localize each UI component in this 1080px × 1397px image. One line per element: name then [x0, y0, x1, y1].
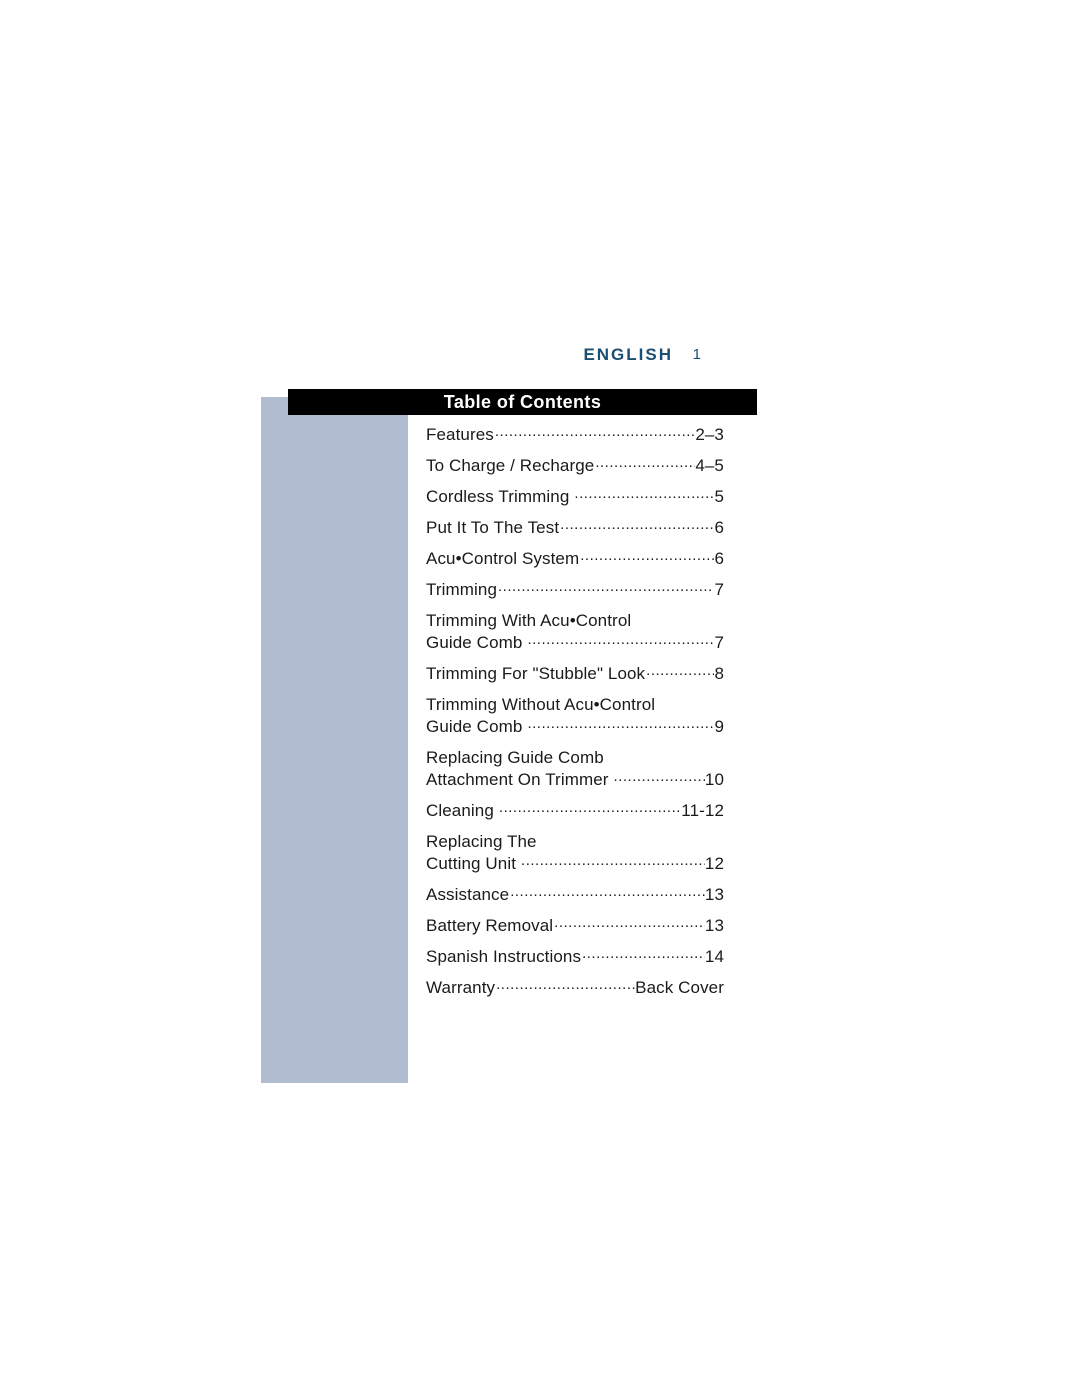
- toc-entry[interactable]: Trimming Without Acu•Control Guide Comb 9: [426, 694, 724, 738]
- toc-entry-label: Guide Comb: [426, 717, 523, 736]
- toc-entry-label: Cordless Trimming: [426, 487, 570, 506]
- toc-entry-page-number: 13: [704, 885, 724, 904]
- toc-entry[interactable]: Cordless Trimming 5: [426, 486, 724, 508]
- toc-entry-row: Trimming 7: [426, 579, 724, 601]
- toc-entry-label: Battery Removal: [426, 916, 554, 935]
- table-of-contents-list: Features 2–3 To Charge / Recharge 4–5 Cordle…: [426, 424, 724, 999]
- toc-entry-row: Acu•Control System 6: [426, 548, 724, 570]
- toc-entry-title-line1: Trimming With Acu•Control: [426, 611, 632, 630]
- toc-entry[interactable]: Spanish Instructions 14: [426, 946, 724, 968]
- toc-entry-page-number: 10: [704, 770, 724, 789]
- toc-entry[interactable]: Assistance 13: [426, 884, 724, 906]
- page-number: 1: [692, 346, 701, 363]
- toc-entry-label: Put It To The Test: [426, 518, 560, 537]
- toc-entry-label: Cutting Unit: [426, 854, 517, 873]
- toc-entry[interactable]: Trimming With Acu•Control Guide Comb 7: [426, 610, 724, 654]
- toc-dot-leader: [646, 665, 714, 679]
- toc-dot-leader: [582, 948, 705, 962]
- toc-dot-leader: [574, 488, 714, 502]
- toc-entry-row: Guide Comb 7: [426, 632, 724, 654]
- toc-entry-label: Features: [426, 425, 494, 444]
- toc-entry-row: Attachment On Trimmer 10: [426, 769, 724, 791]
- toc-entry-page-number: 9: [714, 717, 724, 736]
- toc-dot-leader: [527, 718, 714, 732]
- toc-entry-page-number: 2–3: [695, 425, 724, 444]
- toc-entry[interactable]: To Charge / Recharge 4–5: [426, 455, 724, 477]
- toc-entry-row: Battery Removal 13: [426, 915, 724, 937]
- toc-entry[interactable]: Trimming For "Stubble" Look 8: [426, 663, 724, 685]
- toc-entry[interactable]: Put It To The Test 6: [426, 517, 724, 539]
- toc-entry-page-number: 6: [714, 518, 724, 537]
- page-title: Table of Contents: [443, 392, 602, 412]
- toc-entry-label: Acu•Control System: [426, 549, 580, 568]
- toc-entry-row: Features 2–3: [426, 424, 724, 446]
- table-of-contents-title-bar: Table of Contents: [288, 389, 757, 415]
- toc-entry-label: Guide Comb: [426, 633, 523, 652]
- toc-dot-leader: [560, 519, 714, 533]
- page-header: ENGLISH 1: [288, 345, 757, 369]
- toc-entry[interactable]: Replacing Guide Comb Attachment On Trimme…: [426, 747, 724, 791]
- toc-entry-page-number: 13: [704, 916, 724, 935]
- toc-entry-row: Spanish Instructions 14: [426, 946, 724, 968]
- toc-entry-label: Warranty: [426, 978, 496, 997]
- toc-entry-page-number: 14: [704, 947, 724, 966]
- toc-entry-label: Spanish Instructions: [426, 947, 582, 966]
- toc-entry-row: Trimming For "Stubble" Look 8: [426, 663, 724, 685]
- toc-dot-leader: [595, 457, 695, 471]
- toc-entry[interactable]: Warranty Back Cover: [426, 977, 724, 999]
- toc-entry-page-number: Back Cover: [635, 978, 724, 997]
- decorative-side-panel: [261, 397, 408, 1083]
- toc-entry-row: Put It To The Test 6: [426, 517, 724, 539]
- toc-dot-leader: [498, 581, 714, 595]
- toc-entry-label: Trimming: [426, 580, 497, 599]
- toc-entry-label: Cleaning: [426, 801, 494, 820]
- toc-entry-row: To Charge / Recharge 4–5: [426, 455, 724, 477]
- toc-entry[interactable]: Replacing The Cutting Unit 12: [426, 831, 724, 875]
- toc-entry-row: Guide Comb 9: [426, 716, 724, 738]
- toc-entry[interactable]: Trimming 7: [426, 579, 724, 601]
- toc-entry-page-number: 6: [714, 549, 724, 568]
- toc-entry-page-number: 7: [714, 633, 724, 652]
- toc-entry-page-number: 4–5: [695, 456, 724, 475]
- toc-entry-label: To Charge / Recharge: [426, 456, 595, 475]
- toc-dot-leader: [580, 550, 714, 564]
- toc-entry-row: Cutting Unit 12: [426, 853, 724, 875]
- toc-dot-leader: [499, 802, 681, 816]
- toc-entry-label: Assistance: [426, 885, 510, 904]
- toc-entry-page-number: 12: [704, 854, 724, 873]
- toc-entry-title-line1: Replacing The: [426, 832, 537, 851]
- language-label: ENGLISH: [583, 345, 673, 364]
- toc-entry-label: Trimming For "Stubble" Look: [426, 664, 646, 683]
- toc-dot-leader: [510, 886, 705, 900]
- toc-entry-page-number: 11-12: [681, 801, 724, 820]
- toc-dot-leader: [521, 855, 705, 869]
- toc-entry-row: Cleaning 11-12: [426, 800, 724, 822]
- toc-entry-page-number: 8: [714, 664, 724, 683]
- toc-entry-label: Attachment On Trimmer: [426, 770, 609, 789]
- toc-entry-title-line1: Replacing Guide Comb: [426, 748, 604, 767]
- toc-dot-leader: [496, 979, 635, 993]
- toc-entry-row: Warranty Back Cover: [426, 977, 724, 999]
- toc-entry[interactable]: Cleaning 11-12: [426, 800, 724, 822]
- toc-entry[interactable]: Acu•Control System 6: [426, 548, 724, 570]
- toc-entry-title-line1: Trimming Without Acu•Control: [426, 695, 656, 714]
- toc-dot-leader: [614, 771, 705, 785]
- toc-entry[interactable]: Features 2–3: [426, 424, 724, 446]
- toc-entry[interactable]: Battery Removal 13: [426, 915, 724, 937]
- toc-entry-page-number: 7: [714, 580, 724, 599]
- toc-entry-page-number: 5: [714, 487, 724, 506]
- toc-dot-leader: [495, 426, 695, 440]
- toc-dot-leader: [554, 917, 705, 931]
- toc-entry-row: Assistance 13: [426, 884, 724, 906]
- toc-dot-leader: [527, 634, 714, 648]
- toc-entry-row: Cordless Trimming 5: [426, 486, 724, 508]
